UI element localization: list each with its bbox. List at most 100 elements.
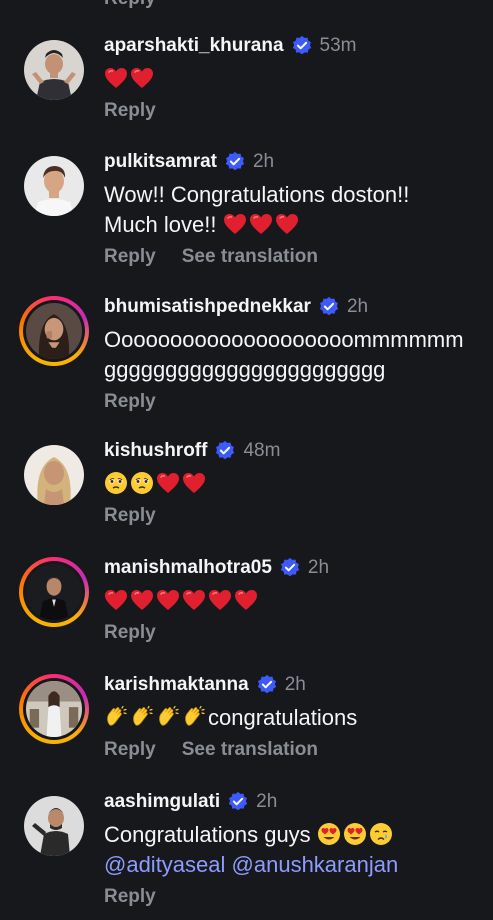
- avatar-ring-gap: [23, 300, 85, 362]
- comment-text-line: Congratulations guys: [104, 822, 311, 847]
- comment-actions: Reply: [104, 886, 483, 908]
- avatar-ring-gap: [23, 561, 85, 623]
- username[interactable]: bhumisatishpednekkar: [104, 296, 311, 318]
- comment-text: [104, 586, 483, 616]
- red-heart-icon: [182, 472, 206, 494]
- verified-badge-icon: [214, 440, 236, 462]
- avatar[interactable]: [24, 156, 84, 216]
- comment-text-line: Oooooooooooooooooooommmmmm: [104, 327, 464, 352]
- comment-time: 2h: [284, 674, 306, 695]
- mention-link[interactable]: @adityaseal: [104, 852, 225, 877]
- heart-eyes-icon: [317, 822, 341, 846]
- red-heart-icon: [104, 67, 128, 89]
- reply-button[interactable]: Reply: [104, 246, 156, 268]
- avatar-image: [26, 681, 82, 737]
- comment-text-line: Much love!!: [104, 212, 217, 237]
- comment-header: aashimgulati 2h: [104, 788, 483, 816]
- avatar-image: [24, 40, 84, 100]
- verified-badge-icon: [227, 791, 249, 813]
- comment-text-line: Wow!! Congratulations doston!!: [104, 182, 410, 207]
- heart-eyes-icon: [343, 822, 367, 846]
- comment-text: [104, 64, 483, 94]
- comment-time: 2h: [256, 791, 278, 812]
- verified-badge-icon: [256, 674, 278, 696]
- avatar-image: [24, 445, 84, 505]
- avatar-image: [24, 156, 84, 216]
- avatar-image: [26, 564, 82, 620]
- reply-button[interactable]: Reply: [104, 886, 156, 908]
- clapping-hands-icon: [156, 705, 180, 729]
- comment-header: karishmaktanna 2h: [104, 671, 483, 699]
- red-heart-icon: [182, 589, 206, 611]
- avatar-image: [26, 303, 82, 359]
- avatar-image: [24, 796, 84, 856]
- reply-button[interactable]: Reply: [104, 391, 156, 413]
- comment-text: Wow!! Congratulations doston!! Much love…: [104, 180, 483, 240]
- red-heart-icon: [156, 472, 180, 494]
- reply-button[interactable]: Reply: [104, 505, 156, 527]
- red-heart-icon: [156, 589, 180, 611]
- avatar-story-ring[interactable]: [19, 557, 89, 627]
- avatar-ring-gap: [23, 678, 85, 740]
- comment-content: manishmalhotra05 2h Reply: [104, 554, 483, 644]
- avatar[interactable]: [24, 796, 84, 856]
- reply-button[interactable]: Reply: [104, 100, 156, 122]
- avatar-story-ring[interactable]: [19, 674, 89, 744]
- username[interactable]: karishmaktanna: [104, 674, 249, 696]
- red-heart-icon: [130, 67, 154, 89]
- crying-face-icon: [369, 822, 393, 846]
- comment-time: 2h: [346, 296, 369, 317]
- avatar-story-ring[interactable]: [19, 296, 89, 366]
- comment-text: Oooooooooooooooooooommmmmm ggggggggggggg…: [104, 325, 483, 385]
- reply-button[interactable]: Reply: [104, 739, 156, 761]
- username[interactable]: manishmalhotra05: [104, 557, 272, 579]
- avatar[interactable]: [24, 40, 84, 100]
- comment-content: pulkitsamrat 2h Wow!! Congratulations do…: [104, 148, 483, 268]
- verified-badge-icon: [318, 296, 340, 318]
- comment-time: 2h: [307, 557, 330, 578]
- comment-header: pulkitsamrat 2h: [104, 148, 483, 176]
- comment-header: aparshakti_khurana 53m: [104, 32, 483, 60]
- comment-header: bhumisatishpednekkar 2h: [104, 293, 483, 321]
- comment-actions: Reply: [104, 391, 483, 413]
- comment-header: manishmalhotra05 2h: [104, 554, 483, 582]
- username[interactable]: kishushroff: [104, 440, 207, 462]
- username[interactable]: pulkitsamrat: [104, 151, 217, 173]
- red-heart-icon: [275, 213, 299, 235]
- clapping-hands-icon: [130, 705, 154, 729]
- comment-text: [104, 469, 483, 499]
- comment-time: 53m: [319, 35, 357, 56]
- comment-actions: Reply: [104, 100, 483, 122]
- comment-content: kishushroff 48m Reply: [104, 437, 483, 527]
- verified-badge-icon: [224, 151, 246, 173]
- see-translation-button[interactable]: See translation: [182, 246, 318, 268]
- reply-button[interactable]: Reply: [104, 622, 156, 644]
- clapping-hands-icon: [104, 705, 128, 729]
- see-translation-button[interactable]: See translation: [182, 739, 318, 761]
- username[interactable]: aashimgulati: [104, 791, 220, 813]
- comment-text-line: congratulations: [208, 705, 358, 730]
- comment-content: aashimgulati 2h Congratulations guys @ad…: [104, 788, 483, 908]
- comment-actions: Reply See translation: [104, 739, 483, 761]
- mention-link[interactable]: @anushkaranjan: [232, 852, 399, 877]
- comment-text: congratulations: [104, 703, 483, 733]
- red-heart-icon: [249, 213, 273, 235]
- comment-actions: Reply: [104, 505, 483, 527]
- verified-badge-icon: [279, 557, 301, 579]
- red-heart-icon: [104, 589, 128, 611]
- comment-header: kishushroff 48m: [104, 437, 483, 465]
- red-heart-icon: [234, 589, 258, 611]
- red-heart-icon: [130, 589, 154, 611]
- comment-text: Congratulations guys @adityaseal @anushk…: [104, 820, 483, 880]
- avatar[interactable]: [24, 445, 84, 505]
- clapping-hands-icon: [182, 705, 206, 729]
- verified-badge-icon: [291, 35, 313, 57]
- username[interactable]: aparshakti_khurana: [104, 35, 284, 57]
- teary-face-icon: [104, 471, 128, 495]
- comment-text-line: ggggggggggggggggggggggg: [104, 357, 386, 382]
- comment-time: 48m: [243, 440, 281, 461]
- comment-actions: Reply: [104, 622, 483, 644]
- comment-time: 2h: [252, 151, 275, 172]
- previous-reply-button[interactable]: Reply: [104, 0, 156, 10]
- comment-content: bhumisatishpednekkar 2h Oooooooooooooooo…: [104, 293, 483, 413]
